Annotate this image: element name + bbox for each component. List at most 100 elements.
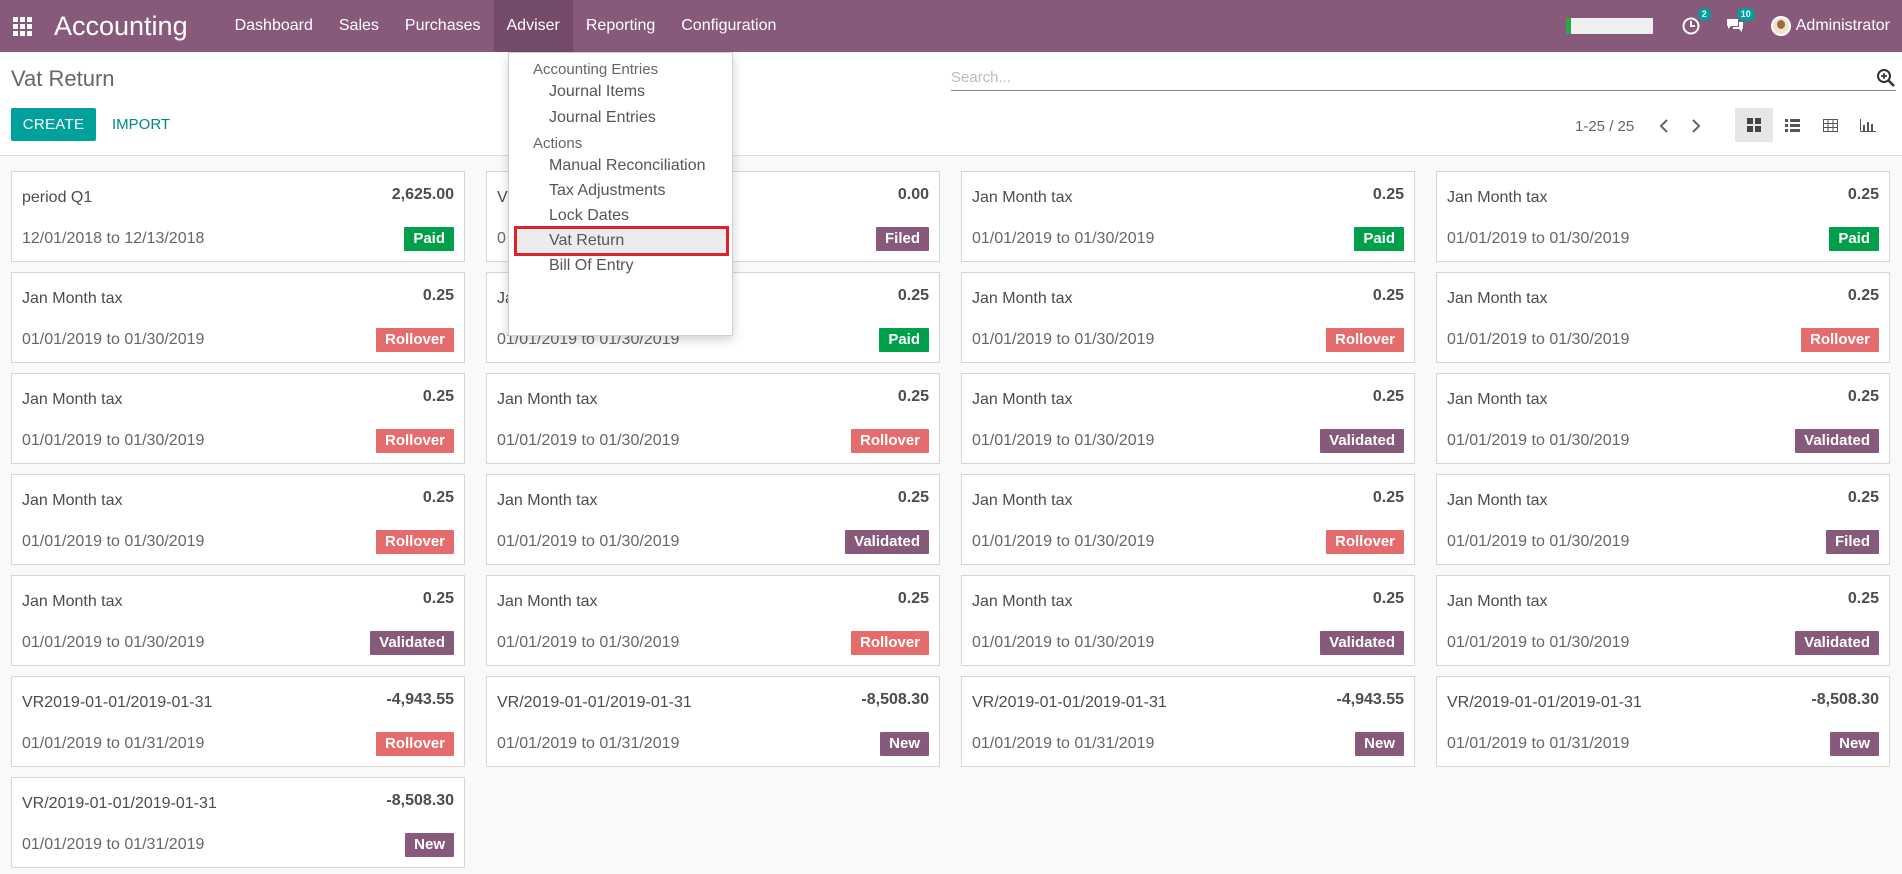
import-button[interactable]: IMPORT [104,108,178,141]
list-view-icon[interactable] [1773,108,1811,142]
graph-view-icon[interactable] [1849,108,1887,142]
card-period: 01/01/2019 to 01/31/2019 [22,836,205,853]
search-bar [951,65,1896,91]
kanban-card[interactable]: Jan Month tax 0.25 01/01/2019 to 01/30/201… [486,474,940,565]
card-name: Jan Month tax [497,593,598,610]
messages-badge: 10 [1736,8,1755,21]
card-amount: -4,943.55 [386,691,454,708]
kanban-card[interactable]: Jan Month tax 0.25 01/01/2019 to 01/30/201… [1436,272,1890,363]
kanban-card[interactable]: Jan Month tax 0.25 01/01/2019 to 01/30/201… [961,373,1415,464]
card-name: Jan Month tax [22,290,123,307]
status-badge: Rollover [375,328,454,352]
card-name: Jan Month tax [972,290,1073,307]
status-badge: Rollover [1325,328,1404,352]
card-name: Jan Month tax [22,593,123,610]
kanban-card[interactable]: Jan Month tax 0.25 01/01/2019 to 01/30/201… [961,575,1415,666]
status-badge: New [880,732,929,756]
card-name: Jan Month tax [1447,290,1548,307]
status-badge: Validated [845,530,929,554]
messages-icon[interactable]: 10 [1723,8,1755,38]
kanban-card[interactable]: VR2019-01-01/2019-01-31 -4,943.55 01/01/20… [11,676,465,767]
card-period: 01/01/2019 to 01/30/2019 [972,432,1155,449]
card-amount: 0.25 [1847,388,1879,405]
card-name: Jan Month tax [22,391,123,408]
kanban-card[interactable]: VR/2019-01-01/2019-01-31 -8,508.30 01/01/2… [1436,676,1890,767]
activity-icon[interactable]: 2 [1679,8,1711,38]
card-amount: 0.25 [1847,287,1879,304]
card-period: 01/01/2019 to 01/30/2019 [497,432,680,449]
card-name: Jan Month tax [1447,189,1548,206]
status-badge: Paid [879,328,929,352]
card-amount: 0.25 [1372,388,1404,405]
card-name: Jan Month tax [972,593,1073,610]
card-amount: 0.25 [897,590,929,607]
top-navbar: Accounting Dashboard Sales Purchases Advise… [0,0,1902,52]
kanban-card[interactable]: Jan Month tax 0.25 01/01/2019 to 01/30/201… [961,171,1415,262]
card-period: 01/01/2019 to 01/30/2019 [497,533,680,550]
kanban-card[interactable]: Jan Month tax 0.25 01/01/2019 to 01/30/201… [11,575,465,666]
kanban-card[interactable]: Jan Month tax 0.25 01/01/2019 to 01/30/201… [1436,575,1890,666]
card-amount: 0.25 [1372,287,1404,304]
kanban-card[interactable]: Jan Month tax 0.25 01/01/2019 to 01/30/201… [1436,171,1890,262]
pager-value[interactable]: 1-25 / 25 [1575,118,1634,135]
card-period: 01/01/2019 to 01/30/2019 [22,331,205,348]
kanban-card[interactable]: Jan Month tax 0.25 01/01/2019 to 01/30/201… [961,272,1415,363]
kanban-card[interactable]: Jan Month tax 0.25 01/01/2019 to 01/30/201… [1436,373,1890,464]
kanban-card[interactable]: Jan Month tax 0.25 01/01/2019 to 01/30/201… [961,474,1415,565]
menu-item-configuration[interactable]: Configuration [668,0,789,52]
search-input[interactable] [951,65,1851,89]
kanban-card[interactable]: Jan Month tax 0.25 01/01/2019 to 01/30/201… [1436,474,1890,565]
card-amount: 0.25 [897,287,929,304]
status-badge: Rollover [375,429,454,453]
card-name: Jan Month tax [497,391,598,408]
menu-item-purchases[interactable]: Purchases [392,0,494,52]
card-amount: 0.25 [1847,186,1879,203]
kanban-card[interactable]: VR/2019-01-01/2019-01-31 -8,508.30 01/01/2… [11,777,465,868]
status-badge: Rollover [850,631,929,655]
status-badge: Paid [1829,227,1879,251]
menu-item-dashboard[interactable]: Dashboard [222,0,326,52]
status-badge: Rollover [1800,328,1879,352]
status-badge: Filed [1825,530,1879,554]
card-period: 01/01/2019 to 01/30/2019 [972,533,1155,550]
card-period: 01/01/2019 to 01/31/2019 [972,735,1155,752]
user-menu[interactable]: Administrator [1770,16,1890,36]
chevron-right-icon[interactable] [1684,114,1708,138]
kanban-card[interactable]: Jan Month tax 0.25 01/01/2019 to 01/30/201… [486,575,940,666]
kanban-card[interactable]: Jan Month tax 0.25 01/01/2019 to 01/30/201… [11,272,465,363]
menu-item-sales[interactable]: Sales [326,0,392,52]
card-amount: 0.25 [1372,186,1404,203]
control-panel: Vat Return CREATE IMPORT 1-25 / 25 [0,52,1902,156]
card-name: VR/2019-01-01/2019-01-31 [1447,694,1642,711]
grid-view-icon[interactable] [1811,108,1849,142]
status-badge: Paid [404,227,454,251]
kanban-card[interactable]: VR/2019-01-01/2019-01-31 -4,943.55 01/01/2… [961,676,1415,767]
activity-badge: 2 [1697,8,1711,21]
card-period: 01/01/2019 to 01/30/2019 [22,533,205,550]
search-icon[interactable] [1876,68,1896,88]
menu-item-adviser[interactable]: Adviser [493,0,573,52]
kanban-card[interactable]: VR/2019-01-01/2019-01-31 -8,508.30 01/01/2… [486,676,940,767]
status-badge: Rollover [375,530,454,554]
dropdown-item-bill-of-entry[interactable]: Bill Of Entry [514,251,729,281]
status-badge: Filed [875,227,929,251]
card-name: Jan Month tax [1447,391,1548,408]
card-period: 01/01/2019 to 01/31/2019 [1447,735,1630,752]
kanban-card[interactable]: Jan Month tax 0.25 01/01/2019 to 01/30/201… [11,474,465,565]
card-amount: 0.25 [897,388,929,405]
card-name: Jan Month tax [972,492,1073,509]
dropdown-item-journal-entries[interactable]: Journal Entries [514,103,729,133]
chevron-left-icon[interactable] [1652,114,1676,138]
create-button[interactable]: CREATE [11,108,96,141]
breadcrumb: Vat Return [11,66,115,91]
menu-item-reporting[interactable]: Reporting [573,0,668,52]
card-amount: 0.25 [422,287,454,304]
card-period: 01/01/2019 to 01/30/2019 [1447,533,1630,550]
kanban-view-icon[interactable] [1735,108,1773,142]
kanban-card[interactable]: Jan Month tax 0.25 01/01/2019 to 01/30/201… [486,373,940,464]
card-name: Jan Month tax [497,492,598,509]
kanban-card[interactable]: period Q1 2,625.00 12/01/2018 to 12/13/201… [11,171,465,262]
apps-menu-icon[interactable] [0,0,44,52]
kanban-card[interactable]: Jan Month tax 0.25 01/01/2019 to 01/30/201… [11,373,465,464]
status-badge: Rollover [1325,530,1404,554]
